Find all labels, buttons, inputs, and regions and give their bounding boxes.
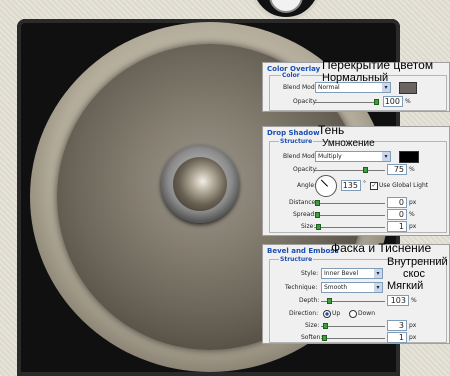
size-input[interactable]: 1 (387, 221, 407, 232)
soften-slider-thumb[interactable] (322, 335, 327, 341)
shadow-color-swatch[interactable] (399, 151, 419, 163)
annotation-multiply: Умножение (322, 138, 375, 149)
opacity-slider[interactable] (315, 102, 377, 103)
annotation-bevel: Фаска и Тиснение (331, 241, 432, 255)
opacity-slider-thumb[interactable] (374, 99, 379, 105)
angle-dial-needle (320, 179, 328, 187)
size-input[interactable]: 3 (387, 320, 407, 331)
size-slider[interactable] (315, 227, 385, 228)
annotation-normal: Нормальный (322, 72, 389, 84)
color-group-label: Color (281, 72, 301, 79)
spread-slider[interactable] (315, 215, 385, 216)
chevron-down-icon[interactable]: ▾ (374, 269, 382, 278)
depth-input[interactable]: 103 (387, 295, 409, 306)
percent-unit: % (405, 98, 411, 105)
global-light-checkbox[interactable]: ✓ (370, 182, 378, 190)
soften-label: Soften: (301, 334, 323, 341)
opacity-label: Opacity: (293, 98, 318, 105)
spread-label: Spread: (293, 211, 317, 218)
angle-label: Angle: (297, 182, 317, 189)
global-light-label: Use Global Light (379, 182, 429, 189)
distance-input[interactable]: 0 (387, 197, 407, 208)
annotation-shadow: Тень (318, 123, 345, 137)
chevron-down-icon[interactable]: ▾ (382, 83, 390, 92)
percent-unit: % (411, 297, 417, 304)
angle-dial[interactable] (315, 175, 337, 197)
chevron-down-icon[interactable]: ▾ (374, 283, 382, 292)
annotation-inner: Внутренний (387, 256, 448, 268)
direction-up-radio[interactable] (323, 310, 331, 318)
technique-select[interactable]: Smooth ▾ (321, 282, 383, 293)
structure-group-label: Structure (279, 256, 314, 263)
annotation-bevel-word: скос (403, 268, 426, 280)
opacity-input[interactable]: 75 (387, 164, 407, 175)
direction-up-label: Up (332, 310, 341, 317)
px-unit: px (409, 322, 417, 329)
style-value: Inner Bevel (324, 270, 359, 277)
blend-mode-select[interactable]: Multiply ▾ (315, 151, 391, 162)
degree-unit: ° (363, 180, 366, 187)
blend-mode-value: Multiply (318, 153, 342, 160)
bevel-emboss-title: Bevel and Emboss (267, 247, 339, 255)
percent-unit: % (409, 166, 415, 173)
style-select[interactable]: Inner Bevel ▾ (321, 268, 383, 279)
spread-input[interactable]: 0 (387, 209, 407, 220)
depth-slider-thumb[interactable] (327, 298, 332, 304)
px-unit: px (409, 223, 417, 230)
angle-input[interactable]: 135 (341, 180, 361, 191)
chevron-down-icon[interactable]: ▾ (382, 152, 390, 161)
blend-mode-value: Normal (318, 84, 340, 91)
drop-shadow-title: Drop Shadow (267, 129, 320, 137)
px-unit: px (409, 334, 417, 341)
technique-value: Smooth (324, 284, 348, 291)
dust-cap-highlight (173, 157, 227, 211)
speaker-dust-cap (161, 145, 239, 223)
distance-slider[interactable] (315, 203, 385, 204)
spread-slider-thumb[interactable] (315, 212, 320, 218)
soften-slider[interactable] (321, 338, 385, 339)
direction-label: Direction: (289, 310, 319, 317)
direction-down-label: Down (358, 310, 376, 317)
soften-input[interactable]: 1 (387, 332, 407, 343)
technique-label: Technique: (285, 284, 318, 291)
knob-face (269, 0, 303, 13)
size-slider-thumb[interactable] (323, 323, 328, 329)
depth-label: Depth: (299, 297, 320, 304)
opacity-slider-thumb[interactable] (363, 167, 368, 173)
structure-group-label: Structure (279, 138, 314, 145)
style-label: Style: (301, 270, 319, 277)
size-label: Size: (305, 322, 320, 329)
distance-slider-thumb[interactable] (315, 200, 320, 206)
opacity-label: Opacity: (293, 166, 318, 173)
annotation-smooth: Мягкий (387, 280, 424, 292)
size-slider[interactable] (321, 326, 385, 327)
px-unit: px (409, 199, 417, 206)
annotation-color-overlay: Перекрытие цветом (322, 58, 434, 72)
distance-label: Distance: (289, 199, 318, 206)
direction-down-radio[interactable] (349, 310, 357, 318)
percent-unit: % (409, 211, 415, 218)
size-label: Size: (301, 223, 316, 230)
opacity-slider[interactable] (315, 170, 385, 171)
color-swatch[interactable] (399, 82, 417, 94)
size-slider-thumb[interactable] (316, 224, 321, 230)
opacity-input[interactable]: 100 (383, 96, 403, 107)
